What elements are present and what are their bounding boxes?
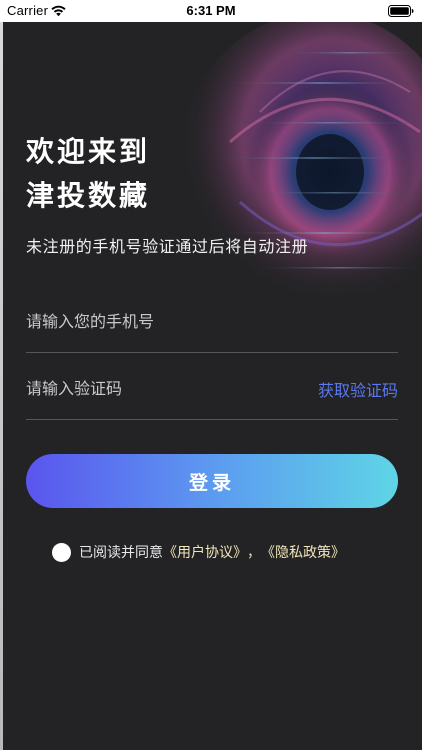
phone-input[interactable] — [26, 306, 286, 336]
verification-code-field: 获取验证码 — [26, 359, 398, 420]
login-screen: Carrier 6:31 PM 欢迎来到 津投数藏 未注册的手机号验证通过后将自… — [0, 0, 422, 750]
agreement-prefix: 已阅读并同意 — [79, 545, 163, 561]
user-agreement-link[interactable]: 《用户协议》 — [163, 542, 247, 562]
login-button[interactable]: 登录 — [26, 454, 398, 508]
get-code-button[interactable]: 获取验证码 — [318, 377, 398, 401]
phone-field — [26, 292, 398, 353]
privacy-policy-link[interactable]: 《隐私政策》 — [261, 542, 345, 562]
agreement-checkbox[interactable] — [52, 542, 71, 562]
battery-icon — [388, 5, 414, 17]
status-bar: Carrier 6:31 PM — [0, 0, 422, 22]
status-time: 6:31 PM — [186, 3, 236, 18]
agreement-separator: ， — [247, 545, 261, 561]
left-edge-divider — [0, 22, 3, 750]
welcome-title-line2: 津投数藏 — [26, 179, 151, 212]
abstract-artwork — [180, 22, 422, 312]
welcome-title: 欢迎来到 津投数藏 — [26, 130, 150, 218]
verification-code-input[interactable] — [26, 373, 286, 403]
welcome-title-line1: 欢迎来到 — [26, 135, 151, 168]
agreement-row: 已阅读并同意 《用户协议》 ， 《隐私政策》 — [52, 541, 345, 563]
register-hint: 未注册的手机号验证通过后将自动注册 — [26, 237, 309, 256]
